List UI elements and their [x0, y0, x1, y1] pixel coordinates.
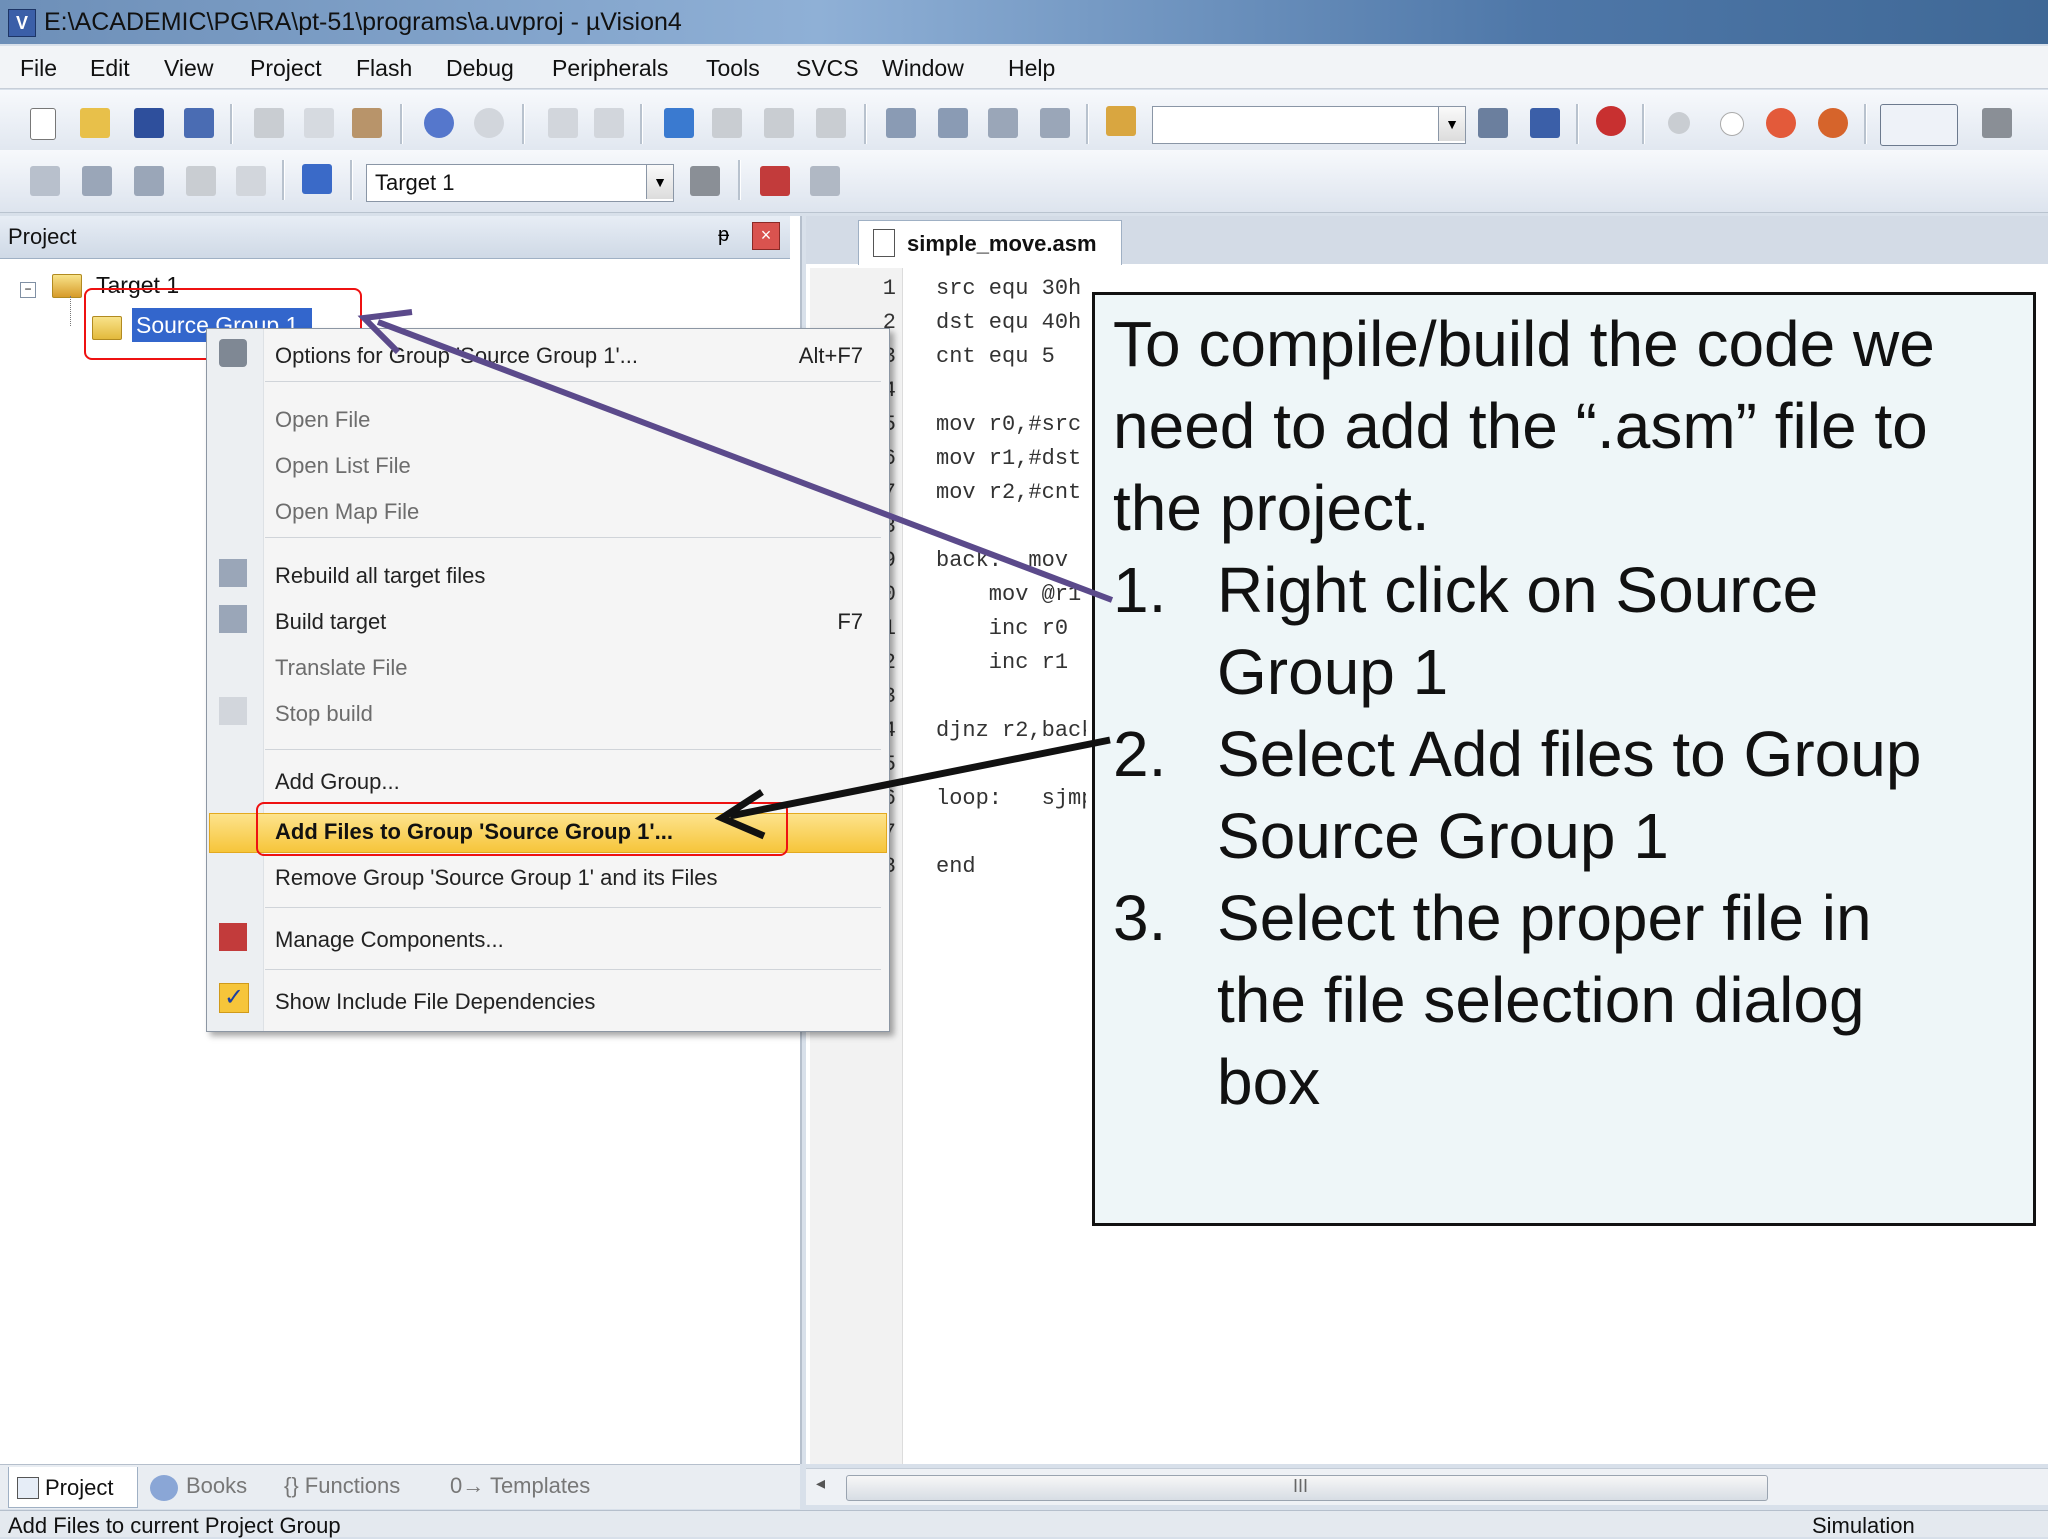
arrow-to-add-files — [714, 736, 1111, 840]
annotation-arrows — [357, 309, 1114, 840]
status-message: Add Files to current Project Group — [8, 1513, 341, 1538]
status-mode: Simulation — [1812, 1513, 1915, 1538]
status-bar: Add Files to current Project Group Simul… — [0, 1510, 2048, 1538]
arrow-to-source-group — [357, 309, 1114, 603]
